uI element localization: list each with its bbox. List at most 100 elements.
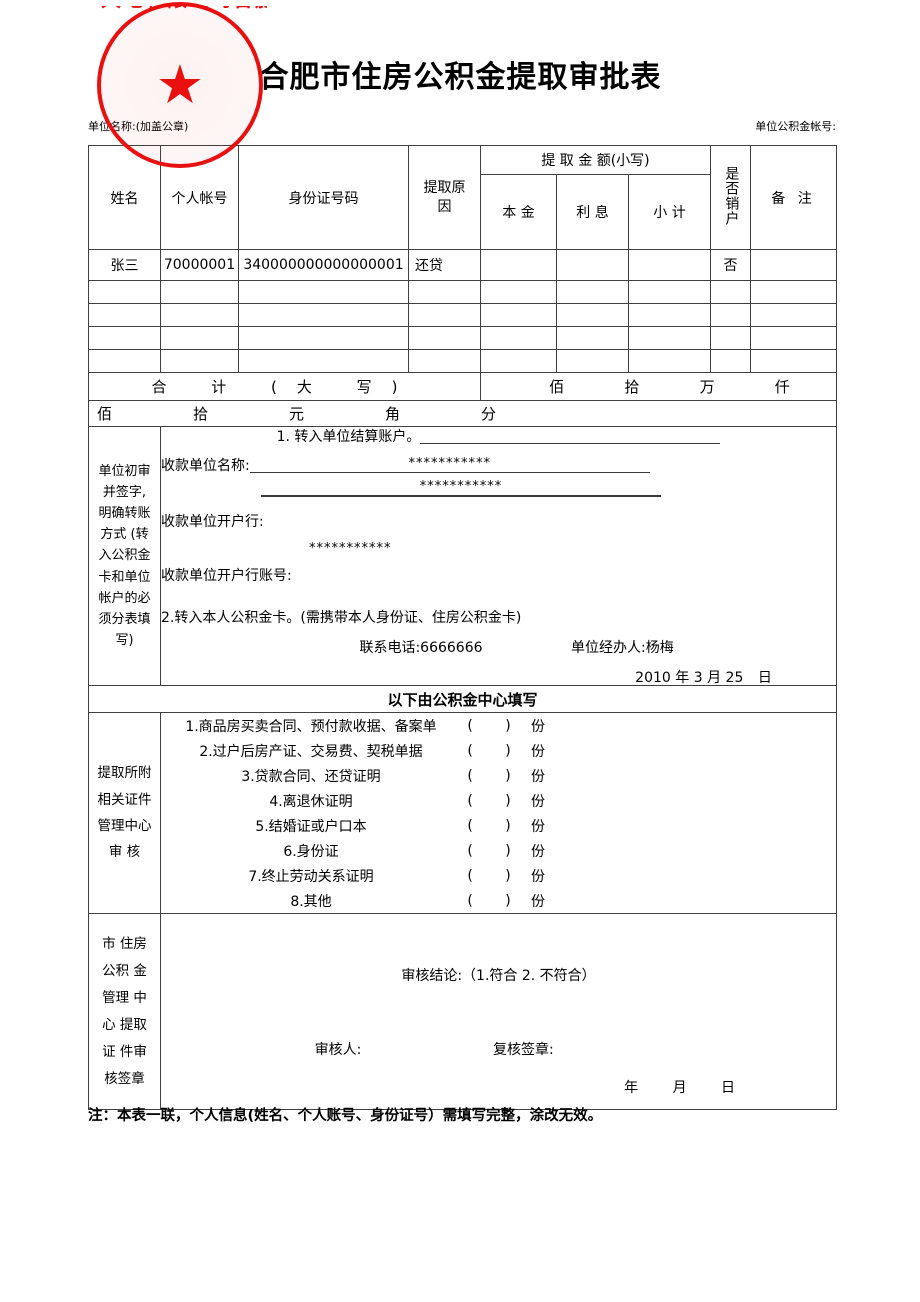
unit-bai-2: 佰 — [97, 405, 113, 423]
unit-account-label: 单位公积金帐号: — [755, 120, 836, 133]
review-conclusion: 审核结论:（1.符合 2. 不符合） — [401, 967, 596, 984]
payee-name-value[interactable]: *********** — [249, 456, 650, 473]
payee-name-row-2: *********** — [161, 473, 836, 497]
count-parens[interactable]: ( ) — [461, 893, 531, 909]
reviewer-label[interactable]: 审核人: — [183, 1039, 493, 1059]
cell-principal — [480, 326, 557, 350]
total-units-bottom: 佰 拾 元 角 分 — [87, 400, 838, 427]
unit-date-month-unit: 月 — [707, 670, 722, 686]
payee-name-value-2[interactable]: *********** — [261, 479, 661, 497]
unit-review-body: 1. 转入单位结算账户。 收款单位名称: *********** *******… — [159, 426, 838, 686]
col-header-principal: 本 金 — [480, 174, 557, 250]
cell-subtotal — [627, 303, 712, 327]
unit-fen: 分 — [481, 405, 497, 423]
cell-name — [88, 349, 161, 373]
cell-principal — [480, 349, 557, 373]
docs-list: 1.商品房买卖合同、预付款收据、备案单 ( ) 份 2.过户后房产证、交易费、契… — [159, 712, 838, 914]
cell-name — [88, 326, 161, 350]
list-item[interactable]: 7.终止劳动关系证明 ( ) 份 — [161, 863, 836, 888]
unit-wan: 万 — [699, 378, 715, 396]
unit-jiao: 角 — [385, 405, 401, 423]
list-item[interactable]: 2.过户后房产证、交易费、契税单据 ( ) 份 — [161, 738, 836, 763]
cell-id-number — [238, 349, 409, 373]
total-row-lower: 佰 拾 元 角 分 — [87, 400, 838, 427]
payee-name-row: 收款单位名称: *********** — [161, 449, 836, 473]
list-item[interactable]: 6.身份证 ( ) 份 — [161, 838, 836, 863]
official-seal-stamp: 大地有限公司合肥分公司 ★ — [97, 2, 267, 168]
cell-interest — [556, 326, 629, 350]
table-row[interactable] — [88, 303, 838, 327]
total-label: 合 计 (大 写) — [88, 372, 481, 401]
cell-principal — [480, 249, 557, 281]
cell-interest — [556, 280, 629, 304]
list-item[interactable]: 4.离退休证明 ( ) 份 — [161, 788, 836, 813]
unit-review-section: 单位初审并签字,明确转账方式 (转入公积金卡和单位帐户的必须分表填写) 1. 转… — [88, 426, 838, 686]
phone-label: 联系电话: — [359, 640, 421, 656]
cell-close-account: 否 — [710, 249, 752, 281]
payee-bank-row: 收款单位开户行: — [161, 503, 836, 529]
cell-reason — [408, 303, 481, 327]
cell-personal-account — [160, 349, 239, 373]
count-parens[interactable]: ( ) — [461, 718, 531, 734]
cell-subtotal — [627, 280, 712, 304]
cell-personal-account — [160, 280, 239, 304]
cell-personal-account: 70000001 — [160, 249, 239, 281]
cell-remark — [750, 326, 838, 350]
center-review-body: 审核结论:（1.符合 2. 不符合） 审核人: 复核签章: 年 月 日 — [159, 913, 838, 1110]
cell-name: 张三 — [88, 249, 161, 281]
cell-principal — [480, 303, 557, 327]
payee-bank-value: *********** — [309, 541, 392, 556]
docs-section: 提取所附相关证件管理中心审 核 1.商品房买卖合同、预付款收据、备案单 ( ) … — [88, 712, 838, 914]
countersign-label[interactable]: 复核签章: — [493, 1039, 554, 1059]
payee-name-label: 收款单位名称: — [161, 458, 250, 474]
list-item[interactable]: 1.商品房买卖合同、预付款收据、备案单 ( ) 份 — [161, 713, 836, 738]
cell-close-account — [710, 349, 752, 373]
col-header-subtotal: 小 计 — [627, 174, 712, 250]
cell-remark — [750, 303, 838, 327]
count-parens[interactable]: ( ) — [461, 768, 531, 784]
count-parens[interactable]: ( ) — [461, 793, 531, 809]
cell-interest — [556, 303, 629, 327]
table-row[interactable] — [88, 326, 838, 350]
list-item[interactable]: 8.其他 ( ) 份 — [161, 888, 836, 913]
center-date-line[interactable]: 年 月 日 — [610, 1077, 750, 1097]
handler-label: 单位经办人: — [571, 640, 646, 656]
center-date-month-unit: 月 — [672, 1080, 688, 1096]
cell-reason: 还贷 — [408, 249, 481, 281]
transfer-option-2: 2.转入本人公积金卡。(需携带本人身份证、住房公积金卡) — [161, 610, 522, 626]
list-item[interactable]: 3.贷款合同、还贷证明 ( ) 份 — [161, 763, 836, 788]
count-parens[interactable]: ( ) — [461, 743, 531, 759]
phone-value: 6666666 — [420, 640, 483, 656]
table-row[interactable]: 张三 70000001 340000000000000001 还贷 否 — [88, 249, 838, 281]
cell-close-account — [710, 326, 752, 350]
unit-qian: 仟 — [774, 378, 790, 396]
unit-review-label: 单位初审并签字,明确转账方式 (转入公积金卡和单位帐户的必须分表填写) — [88, 426, 161, 686]
cell-subtotal — [627, 249, 712, 281]
center-date-day-unit: 日 — [721, 1080, 737, 1096]
list-item[interactable]: 5.结婚证或户口本 ( ) 份 — [161, 813, 836, 838]
signature-row: 审核人: 复核签章: — [161, 1039, 836, 1059]
col-header-close-account: 是否销户 — [710, 145, 752, 250]
unit-bai: 佰 — [549, 378, 565, 396]
count-parens[interactable]: ( ) — [461, 868, 531, 884]
cell-reason — [408, 280, 481, 304]
table-row[interactable] — [88, 280, 838, 304]
payee-bank-label: 收款单位开户行: — [161, 514, 264, 530]
unit-date-day: 25 — [725, 670, 744, 686]
count-parens[interactable]: ( ) — [461, 843, 531, 859]
cell-close-account — [710, 303, 752, 327]
cell-remark — [750, 349, 838, 373]
cell-reason — [408, 349, 481, 373]
unit-date-year-unit: 年 — [675, 670, 690, 686]
seal-company-name: 大地有限公司合肥分公司 — [101, 6, 267, 11]
cell-interest — [556, 349, 629, 373]
cell-remark — [750, 280, 838, 304]
col-header-interest: 利 息 — [556, 174, 629, 250]
handler-value: 杨梅 — [645, 640, 674, 656]
blank-line-1[interactable] — [420, 427, 721, 444]
count-parens[interactable]: ( ) — [461, 818, 531, 834]
total-units-top: 佰 拾 万 仟 — [479, 372, 838, 401]
center-date-year-unit: 年 — [624, 1080, 640, 1096]
center-review-label: 市 住房 公积 金管理 中心 提取证 件审 核签章 — [88, 913, 161, 1110]
table-row[interactable] — [88, 349, 838, 373]
